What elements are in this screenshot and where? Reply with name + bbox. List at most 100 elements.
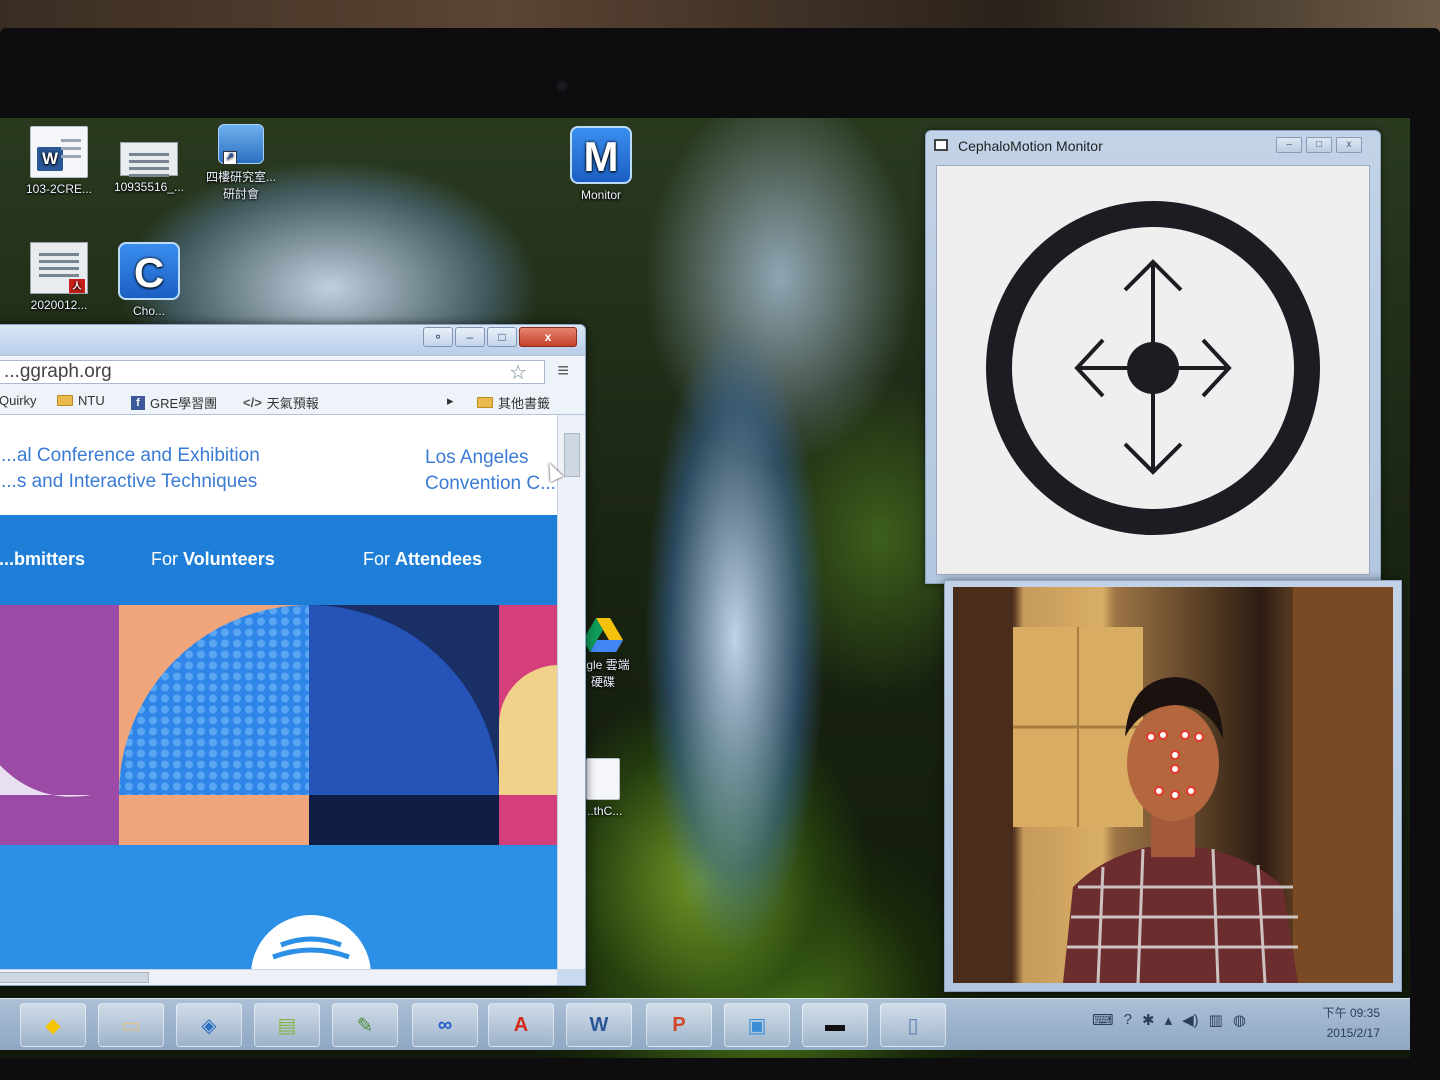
content-band: [0, 845, 557, 969]
nav-prefix: For: [363, 549, 396, 569]
window-controls: ⚬ – □ x: [423, 327, 577, 347]
bookmark-label: 其他書籤: [498, 396, 551, 411]
window-controls: – □ x: [1276, 137, 1362, 153]
desktop-icon-label: Cho...: [132, 304, 165, 318]
code-icon: </>: [243, 395, 262, 410]
bookmarks-overflow-chevron-icon[interactable]: ▸: [447, 393, 454, 409]
logo-arc: [251, 915, 371, 969]
desktop-icon-c-app[interactable]: C Cho...: [104, 242, 194, 318]
taskbar-rss-icon[interactable]: ◆: [20, 1003, 86, 1047]
bookmark-label: NTU: [78, 393, 105, 408]
venue-line: Convention C...: [425, 473, 556, 494]
app-window-icon: [934, 139, 948, 151]
folder-icon: [57, 395, 73, 406]
tray-keyboard-icon[interactable]: ⌨: [1092, 1011, 1114, 1029]
address-bar[interactable]: ...ggraph.org: [0, 360, 545, 384]
desktop-icon-image[interactable]: 10935516_...: [104, 142, 194, 194]
taskbar-window-icon[interactable]: ▯: [880, 1003, 946, 1047]
horizontal-scrollbar[interactable]: [0, 969, 557, 985]
network-folder-icon: ↗: [218, 124, 264, 165]
image-file-icon: [120, 142, 178, 176]
browser-window: ⚬ – □ x ...ggraph.org ☆ ≡ Quirky NTU f G…: [0, 324, 586, 986]
hero-artwork: [0, 605, 557, 845]
desktop-icon-word-doc[interactable]: W 103-2CRE...: [14, 126, 104, 196]
move-arrows-icon: [986, 201, 1320, 535]
tray-bluetooth-icon[interactable]: ✱: [1142, 1011, 1155, 1029]
venue-line: Los Angeles: [425, 447, 529, 468]
taskbar-remote-desktop-icon[interactable]: ▣: [724, 1003, 790, 1047]
c-app-icon: C: [118, 242, 180, 300]
web-page: ...al Conference and Exhibition ...s and…: [0, 415, 557, 969]
cephalomotion-titlebar[interactable]: CephaloMotion Monitor – □ x: [926, 131, 1380, 161]
taskbar-infinity-icon[interactable]: ∞: [412, 1003, 478, 1047]
window-title: CephaloMotion Monitor: [958, 138, 1103, 154]
maximize-button[interactable]: □: [487, 327, 517, 347]
address-row: ...ggraph.org ☆ ≡: [0, 355, 585, 387]
desktop-icon-label: 2020012...: [30, 298, 88, 312]
taskbar-acrobat-icon[interactable]: A: [488, 1003, 554, 1047]
clock-date: 2015/2/17: [1326, 1026, 1380, 1040]
desktop-icon-label: 10935516_...: [113, 180, 185, 194]
taskbar-file-explorer-icon[interactable]: ▭: [98, 1003, 164, 1047]
tray-show-hidden-chevron-icon[interactable]: ▴: [1165, 1011, 1173, 1029]
close-button[interactable]: x: [1336, 137, 1362, 153]
maximize-button[interactable]: □: [1306, 137, 1332, 153]
facebook-icon: f: [131, 395, 145, 410]
desktop-icon-network-shortcut[interactable]: ↗ 四樓研究室... 研討會: [196, 124, 286, 202]
system-tray: ⌨ ? ✱ ▴ ◀) ▥ ◍: [1092, 1011, 1246, 1029]
cephalomotion-window: CephaloMotion Monitor – □ x: [925, 130, 1381, 584]
scroll-thumb[interactable]: [564, 433, 580, 477]
bookmark-star-icon[interactable]: ☆: [509, 360, 527, 385]
desktop-icon-pdf-scan[interactable]: 人 2020012...: [14, 242, 104, 312]
bookmark-item[interactable]: f GRE學習團: [131, 393, 217, 412]
tray-globe-icon[interactable]: ◍: [1233, 1011, 1246, 1029]
tray-volume-icon[interactable]: ◀): [1182, 1011, 1199, 1029]
tray-network-icon[interactable]: ▥: [1209, 1011, 1223, 1029]
taskbar-network-icon[interactable]: ◈: [176, 1003, 242, 1047]
webcam-person-image: [953, 587, 1393, 983]
taskbar-photos-icon[interactable]: ▤: [254, 1003, 320, 1047]
bookmarks-bar: Quirky NTU f GRE學習團 </> 天氣預報 ▸ 其他書籤: [0, 387, 585, 415]
menu-icon[interactable]: ≡: [557, 360, 569, 383]
bookmark-item[interactable]: Quirky: [0, 393, 37, 408]
taskbar-notepad-icon[interactable]: ✎: [332, 1003, 398, 1047]
desktop: W 103-2CRE... 10935516_... ↗ 四樓研究室... 研討…: [0, 118, 1410, 1058]
minimize-button[interactable]: –: [1276, 137, 1302, 153]
bookmark-label: GRE學習團: [150, 396, 218, 411]
taskbar: ◆ ▭ ◈ ▤ ✎ ∞ A W P ▣ ▬ ▯ ⌨ ? ✱ ▴ ◀) ▥ ◍ 下…: [0, 998, 1410, 1050]
hero-graphic: [0, 605, 557, 845]
word-doc-icon: W: [30, 126, 88, 178]
nav-attendees[interactable]: For Attendees: [363, 549, 482, 570]
taskbar-word-icon[interactable]: W: [566, 1003, 632, 1047]
webcam-window: [944, 580, 1402, 992]
taskbar-powerpoint-icon[interactable]: P: [646, 1003, 712, 1047]
tray-help-icon[interactable]: ?: [1124, 1011, 1132, 1029]
desktop-icon-monitor[interactable]: M Monitor: [556, 126, 646, 202]
taskbar-terminal-icon[interactable]: ▬: [802, 1003, 868, 1047]
conference-title-line: ...s and Interactive Techniques: [1, 471, 258, 492]
taskbar-clock[interactable]: 下午 09:35 2015/2/17: [1300, 1003, 1380, 1043]
pdf-file-icon: 人: [30, 242, 88, 294]
document-icon: [586, 758, 620, 800]
vertical-scrollbar[interactable]: [557, 415, 585, 969]
browser-titlebar[interactable]: ⚬ – □ x: [0, 325, 585, 355]
minimize-button[interactable]: –: [455, 327, 485, 347]
google-drive-icon: [583, 618, 623, 652]
venue-text: Los Angeles Convention C...: [425, 445, 556, 497]
nav-volunteers[interactable]: For Volunteers: [151, 549, 275, 570]
user-menu-button[interactable]: ⚬: [423, 327, 453, 347]
bookmark-item[interactable]: 其他書籤: [477, 393, 550, 412]
nav-submitters[interactable]: ...bmitters: [0, 549, 85, 570]
desktop-icon-label: Monitor: [580, 188, 621, 202]
bookmark-label: Quirky: [0, 393, 37, 408]
bookmark-item[interactable]: </> 天氣預報: [243, 393, 319, 412]
clock-time: 下午 09:35: [1322, 1006, 1380, 1020]
desktop-icon-label: 四樓研究室... 研討會: [205, 170, 276, 201]
site-navbar: ...bmitters For Volunteers For Attendees: [0, 515, 557, 605]
close-button[interactable]: x: [519, 327, 577, 347]
desktop-icon-label: 103-2CRE...: [25, 182, 93, 196]
conference-title: ...al Conference and Exhibition ...s and…: [1, 443, 260, 495]
bookmark-item[interactable]: NTU: [57, 393, 105, 408]
scroll-thumb[interactable]: [0, 972, 149, 983]
nav-prefix: For: [151, 549, 184, 569]
